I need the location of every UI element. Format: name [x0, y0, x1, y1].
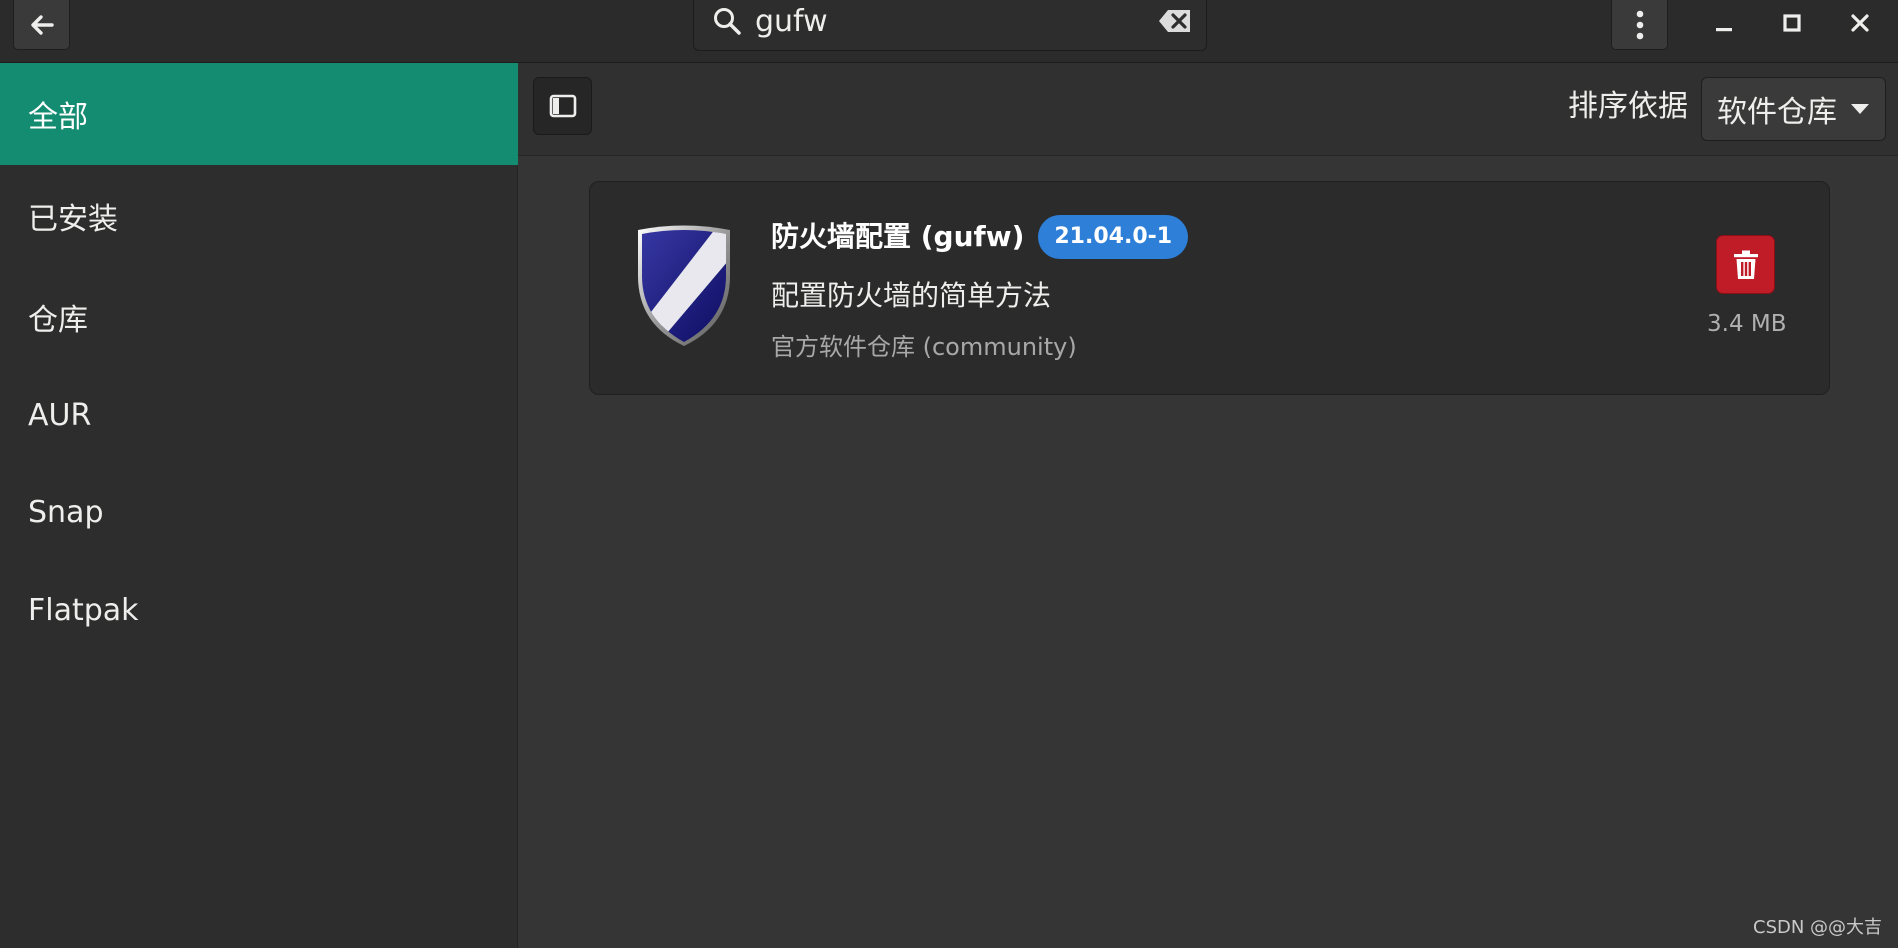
arrow-left-icon [30, 14, 54, 35]
package-description: 配置防火墙的简单方法 [771, 279, 1052, 312]
clear-search-icon[interactable] [1158, 9, 1192, 33]
maximize-icon [1783, 14, 1801, 32]
search-box[interactable]: gufw [693, 0, 1207, 51]
maximize-button[interactable] [1772, 6, 1812, 40]
sidebar-item-label: AUR [28, 397, 92, 433]
sidebar-item-label: 仓库 [28, 303, 88, 338]
chevron-down-icon [1851, 104, 1869, 114]
header-bar: gufw [0, 0, 1898, 63]
content-toolbar: 排序依据 软件仓库 [518, 63, 1898, 156]
search-input[interactable]: gufw [755, 2, 828, 42]
sidebar-item-snap[interactable]: Snap [0, 463, 518, 561]
trash-icon [1733, 250, 1758, 279]
close-window-button[interactable] [1840, 6, 1880, 40]
minimize-button[interactable] [1704, 6, 1744, 40]
sidebar-item-installed[interactable]: 已安装 [0, 165, 518, 267]
watermark: CSDN @@大吉 [1753, 917, 1883, 938]
menu-button[interactable] [1611, 0, 1668, 50]
sidebar-item-label: 全部 [28, 100, 88, 135]
package-card[interactable]: 防火墙配置 (gufw) 21.04.0-1 配置防火墙的简单方法 官方软件仓库… [589, 181, 1830, 395]
close-icon [1851, 14, 1869, 32]
sidebar-item-flatpak[interactable]: Flatpak [0, 561, 518, 659]
package-size: 3.4 MB [1707, 311, 1787, 337]
sidebar-item-aur[interactable]: AUR [0, 367, 518, 463]
minimize-icon [1716, 28, 1732, 32]
back-button[interactable] [13, 0, 70, 50]
remove-package-button[interactable] [1716, 235, 1775, 294]
sidebar-item-label: 已安装 [28, 202, 118, 237]
search-icon [714, 8, 741, 35]
vertical-dots-icon [1636, 10, 1643, 39]
sidebar: 全部 已安装 仓库 AUR Snap Flatpak [0, 63, 518, 948]
sidebar-panel-icon [549, 94, 576, 118]
shield-icon [638, 225, 730, 346]
sort-dropdown[interactable]: 软件仓库 [1701, 77, 1886, 141]
sidebar-item-label: Snap [28, 494, 104, 530]
sidebar-item-label: Flatpak [28, 592, 139, 628]
package-title-row: 防火墙配置 (gufw) 21.04.0-1 [771, 215, 1189, 259]
sort-dropdown-value: 软件仓库 [1717, 95, 1837, 130]
sidebar-item-repo[interactable]: 仓库 [0, 267, 518, 367]
version-badge: 21.04.0-1 [1038, 215, 1189, 259]
sort-label: 排序依据 [1568, 89, 1688, 124]
package-name: 防火墙配置 (gufw) [771, 220, 1025, 253]
sidebar-item-all[interactable]: 全部 [0, 63, 518, 165]
sidebar-toggle-button[interactable] [533, 77, 592, 135]
package-repository: 官方软件仓库 (community) [771, 333, 1077, 361]
